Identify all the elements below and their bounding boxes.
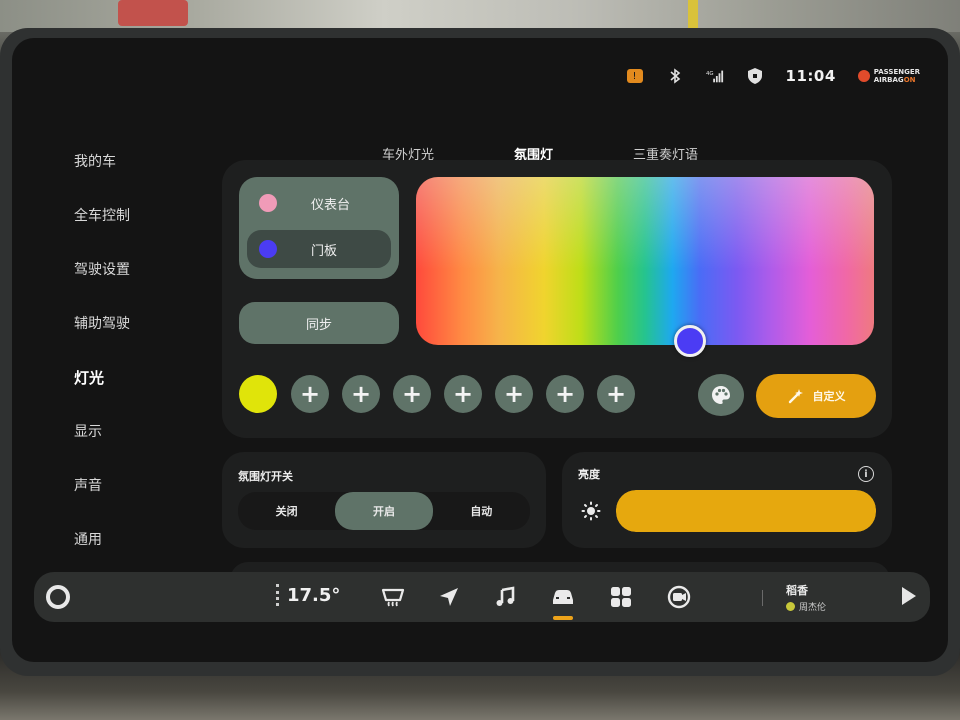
plus-icon: + (452, 380, 474, 408)
airbag-label-line2: AIRBAG (873, 76, 904, 84)
zone-dashboard[interactable]: 仪表台 (247, 184, 391, 222)
sidebar-item-my-car[interactable]: 我的车 (74, 134, 194, 188)
apps-grid-icon[interactable] (608, 584, 634, 610)
now-playing[interactable]: 稻香 周杰伦 (786, 582, 826, 613)
sidebar-item-vehicle-control[interactable]: 全车控制 (74, 188, 194, 242)
camera-icon[interactable] (666, 584, 692, 610)
defrost-icon[interactable] (380, 584, 406, 610)
car-icon[interactable] (550, 584, 576, 620)
brightness-title: 亮度 (578, 468, 600, 481)
bluetooth-icon (666, 67, 684, 85)
track-artist: 周杰伦 (799, 603, 827, 613)
zone-door-panel-swatch (259, 240, 277, 258)
music-icon[interactable] (492, 584, 518, 610)
plus-icon: + (605, 380, 627, 408)
zone-selector: 仪表台 门板 (239, 177, 399, 279)
track-title: 稻香 (786, 584, 808, 597)
brightness-slider[interactable] (616, 490, 876, 532)
screen: ! 4G 11:04 PASSENGER AIRBAGON 我的车 全车控制 驾… (12, 38, 948, 662)
climate-temperature[interactable]: 17.5° (276, 584, 340, 606)
ambient-option-auto[interactable]: 自动 (433, 492, 530, 530)
preset-add-button[interactable]: + (393, 375, 431, 413)
preset-add-button[interactable]: + (291, 375, 329, 413)
color-picker-handle[interactable] (674, 325, 706, 357)
sidebar-item-display[interactable]: 显示 (74, 404, 194, 458)
signal-icon: 4G (706, 67, 724, 85)
custom-button[interactable]: 自定义 (756, 374, 876, 418)
plus-icon: + (554, 380, 576, 408)
dock-bar: 17.5° 稻香 周杰伦 (34, 572, 930, 622)
preset-color-active[interactable] (239, 375, 277, 413)
device-frame: ! 4G 11:04 PASSENGER AIRBAGON 我的车 全车控制 驾… (0, 28, 960, 676)
plus-icon: + (350, 380, 372, 408)
ambient-color-panel: 仪表台 门板 同步 + + + + + + + 自定义 (222, 160, 892, 438)
navigation-icon[interactable] (436, 584, 462, 610)
airbag-label-line1: PASSENGER (873, 68, 920, 76)
preset-add-button[interactable]: + (495, 375, 533, 413)
zone-dashboard-swatch (259, 194, 277, 212)
sync-button[interactable]: 同步 (239, 302, 399, 344)
temperature-value: 17.5° (287, 584, 341, 606)
play-icon[interactable] (902, 587, 916, 605)
preset-add-button[interactable]: + (342, 375, 380, 413)
zone-door-panel[interactable]: 门板 (247, 230, 391, 268)
zone-door-panel-label: 门板 (311, 243, 338, 259)
airbag-status: PASSENGER AIRBAGON (857, 68, 920, 84)
shield-icon (746, 67, 764, 85)
magic-wand-icon (788, 389, 803, 404)
sidebar-item-lighting[interactable]: 灯光 (74, 350, 194, 404)
airbag-state: ON (903, 76, 916, 84)
network-label: 4G (706, 71, 714, 77)
brightness-panel: 亮度 i (562, 452, 892, 548)
dock-divider (762, 590, 763, 606)
plus-icon: + (401, 380, 423, 408)
ambient-switch-segmented: 关闭 开启 自动 (238, 492, 530, 530)
ambient-option-on[interactable]: 开启 (335, 492, 433, 530)
preset-add-button[interactable]: + (597, 375, 635, 413)
album-art-icon (786, 602, 795, 611)
home-button[interactable] (46, 585, 70, 609)
color-presets: + + + + + + + (239, 374, 648, 414)
clock: 11:04 (785, 67, 836, 85)
palette-icon (712, 386, 730, 404)
warning-icon: ! (626, 67, 644, 85)
preset-add-button[interactable]: + (444, 375, 482, 413)
sidebar-item-sound[interactable]: 声音 (74, 458, 194, 512)
info-icon[interactable]: i (858, 466, 874, 482)
sun-icon (580, 500, 602, 522)
plus-icon: + (299, 380, 321, 408)
status-bar: ! 4G 11:04 PASSENGER AIRBAGON (626, 66, 920, 86)
temp-adjust-icon (276, 584, 279, 606)
airbag-icon (857, 70, 870, 82)
ambient-switch-panel: 氛围灯开关 关闭 开启 自动 (222, 452, 546, 548)
sidebar-item-driving-settings[interactable]: 驾驶设置 (74, 242, 194, 296)
zone-dashboard-label: 仪表台 (311, 197, 351, 213)
ambient-switch-title: 氛围灯开关 (238, 470, 293, 483)
brightness-slider-fill (616, 490, 876, 532)
palette-button[interactable] (698, 374, 744, 416)
custom-button-label: 自定义 (812, 390, 846, 403)
plus-icon: + (503, 380, 525, 408)
sidebar-item-driver-assist[interactable]: 辅助驾驶 (74, 296, 194, 350)
sidebar: 我的车 全车控制 驾驶设置 辅助驾驶 灯光 显示 声音 通用 (74, 134, 194, 566)
ambient-option-off[interactable]: 关闭 (238, 492, 335, 530)
background-object (118, 0, 188, 26)
sidebar-item-general[interactable]: 通用 (74, 512, 194, 566)
preset-add-button[interactable]: + (546, 375, 584, 413)
color-spectrum[interactable] (416, 177, 874, 345)
